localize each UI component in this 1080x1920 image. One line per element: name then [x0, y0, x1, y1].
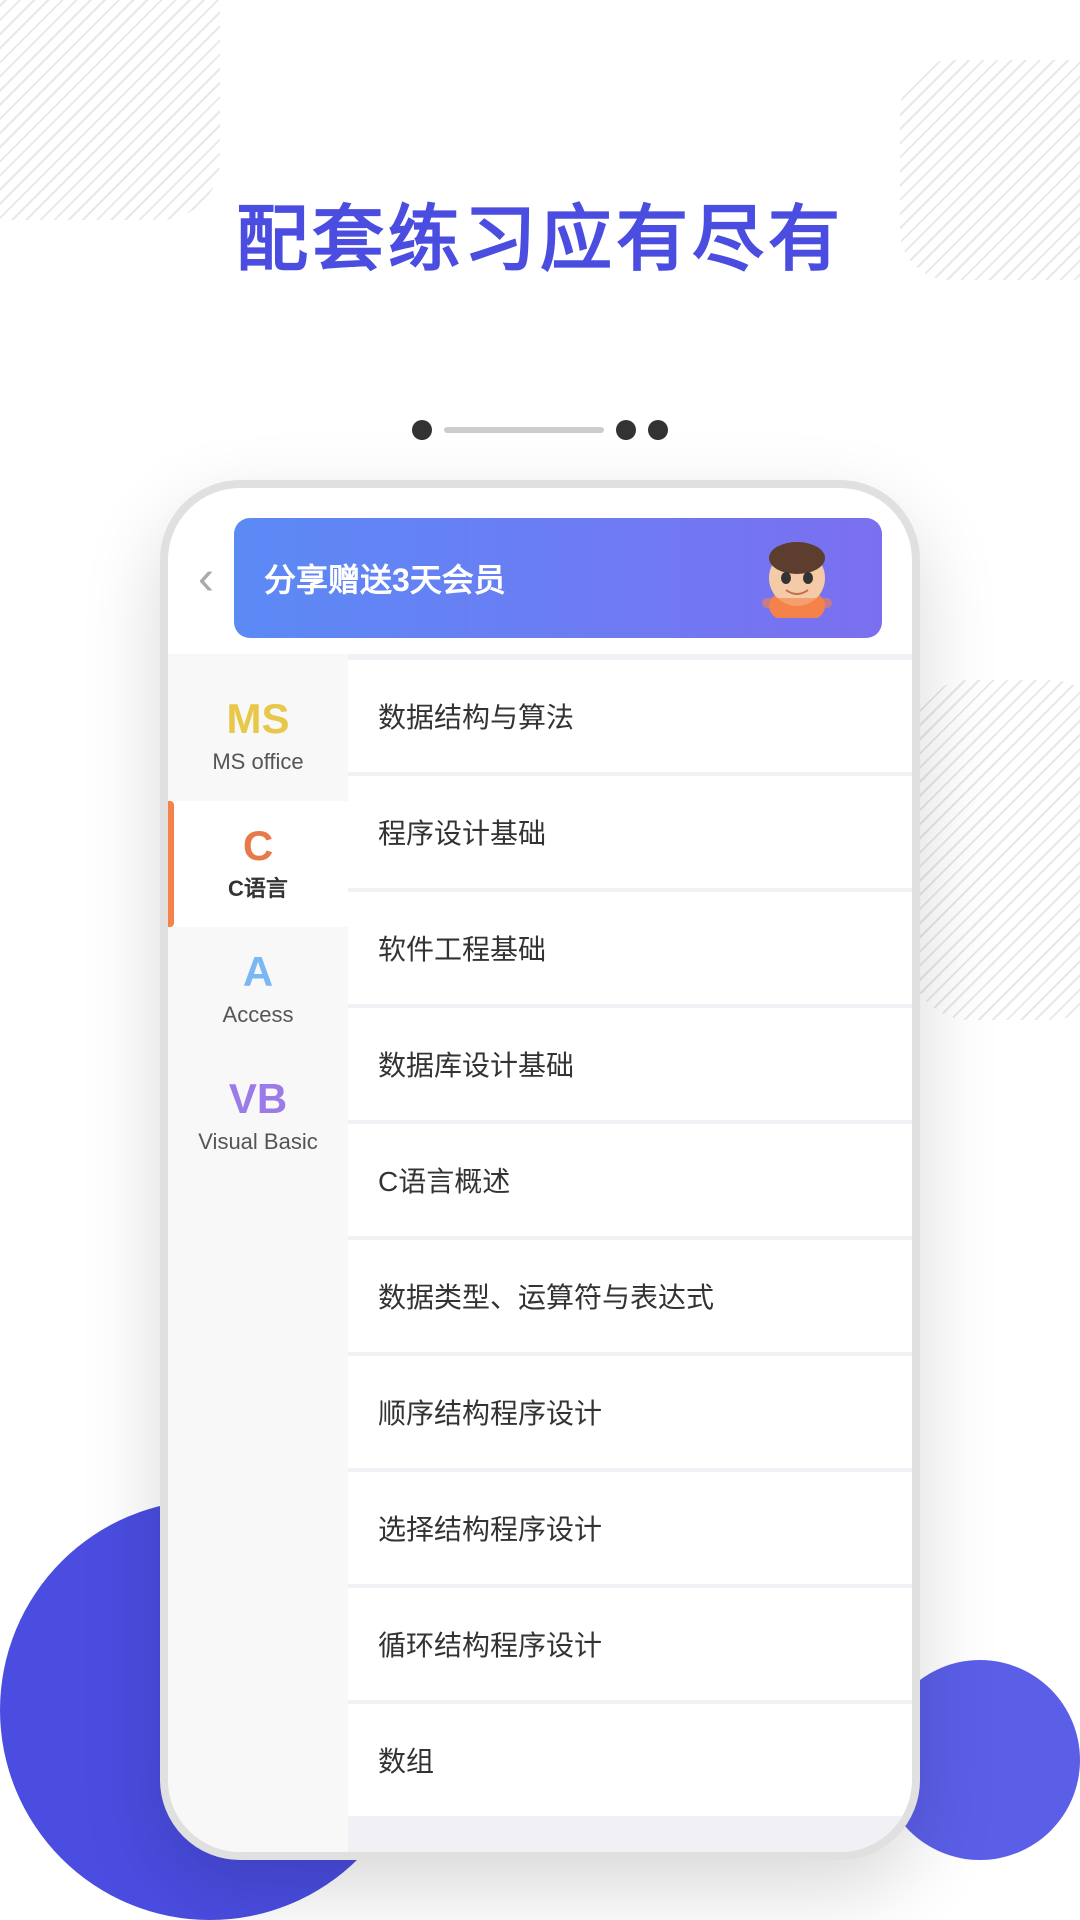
- sidebar-label-c-language: C语言: [228, 875, 288, 904]
- c-language-icon: C: [243, 825, 273, 867]
- banner-text: 分享赠送3天会员: [264, 555, 506, 601]
- sidebar-label-ms-office: MS office: [212, 748, 303, 777]
- list-item[interactable]: 数组: [348, 1704, 912, 1816]
- list-item[interactable]: 数据结构与算法: [348, 660, 912, 772]
- dot-1: [412, 420, 432, 440]
- dot-line: [444, 427, 604, 433]
- dot-2: [616, 420, 636, 440]
- back-button[interactable]: ‹: [198, 551, 214, 606]
- sidebar-item-access[interactable]: A Access: [168, 927, 348, 1054]
- phone-mockup: ‹ 分享赠送3天会员: [160, 480, 920, 1860]
- list-item[interactable]: 顺序结构程序设计: [348, 1356, 912, 1468]
- sidebar-label-access: Access: [223, 1001, 294, 1030]
- sidebar-item-visual-basic[interactable]: VB Visual Basic: [168, 1054, 348, 1181]
- chapter-list: 数据结构与算法程序设计基础软件工程基础数据库设计基础C语言概述数据类型、运算符与…: [348, 654, 912, 1852]
- sidebar-item-c-language[interactable]: C C语言: [168, 801, 348, 928]
- page-title: 配套练习应有尽有: [0, 180, 1080, 285]
- vb-icon: VB: [229, 1078, 287, 1120]
- access-icon: A: [243, 951, 273, 993]
- list-item[interactable]: 数据类型、运算符与表达式: [348, 1240, 912, 1352]
- banner-mascot: [742, 538, 852, 618]
- promo-banner[interactable]: 分享赠送3天会员: [234, 518, 882, 638]
- bg-decoration-mid-right: [910, 680, 1080, 1020]
- list-item[interactable]: 循环结构程序设计: [348, 1588, 912, 1700]
- dot-3: [648, 420, 668, 440]
- sidebar-item-ms-office[interactable]: MS MS office: [168, 674, 348, 801]
- list-item[interactable]: 选择结构程序设计: [348, 1472, 912, 1584]
- list-item[interactable]: 数据库设计基础: [348, 1008, 912, 1120]
- sidebar: MS MS office C C语言 A Access VB Visual Ba…: [168, 654, 348, 1852]
- list-item[interactable]: C语言概述: [348, 1124, 912, 1236]
- page-indicator: [412, 420, 668, 440]
- sidebar-label-visual-basic: Visual Basic: [198, 1128, 317, 1157]
- list-item[interactable]: 软件工程基础: [348, 892, 912, 1004]
- list-item[interactable]: 程序设计基础: [348, 776, 912, 888]
- ms-office-icon: MS: [227, 698, 290, 740]
- content-area: MS MS office C C语言 A Access VB Visual Ba…: [168, 654, 912, 1852]
- phone-inner: ‹ 分享赠送3天会员: [168, 488, 912, 1852]
